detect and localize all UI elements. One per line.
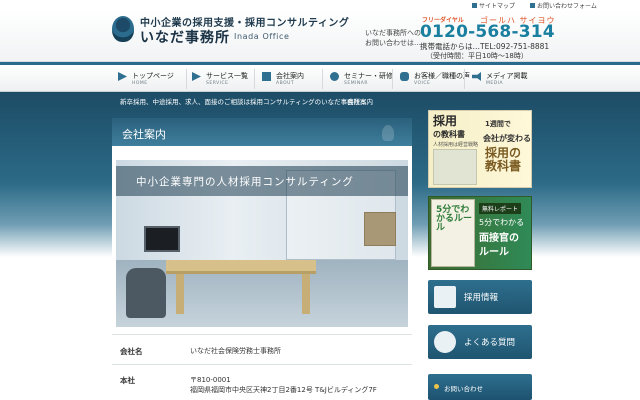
inquiry-text-1: いなだ事務所への [365, 29, 421, 37]
report-tag: 無料レポート [479, 203, 522, 214]
nav-sublabel: SEMINAR [344, 81, 368, 86]
sitemap-link[interactable]: サイトマップ [472, 1, 515, 10]
table-row: 会社名 いなだ社会保険労務士事務所 [112, 334, 412, 364]
nav-service[interactable]: サービス一覧 SERVICE [186, 65, 259, 92]
desk-leg [302, 274, 310, 314]
page-title-bar: 会社案内 [112, 118, 412, 146]
monitor-icon [144, 226, 180, 252]
nav-divider [254, 69, 255, 89]
banner-title: 採用 の教科書 [433, 114, 465, 139]
hero-caption-bar: 中小企業専門の人材採用コンサルティング [116, 166, 408, 196]
sitemap-label: サイトマップ [479, 3, 516, 10]
contact-form-link[interactable]: お問い合わせフォーム [530, 1, 597, 10]
banner-big-title: 採用の 教科書 [485, 146, 522, 173]
faq-label: よくある質問 [464, 338, 516, 348]
nav-label: メディア掲載 [486, 72, 528, 80]
inquiry-text-2: お問い合わせは… [365, 39, 421, 47]
logo-icon[interactable] [112, 16, 134, 42]
nav-label: セミナー・研修 [344, 72, 393, 80]
row-key: 本社 [120, 376, 135, 385]
hero-caption: 中小企業専門の人材採用コンサルティング [136, 176, 354, 188]
arrow-right-icon [118, 72, 127, 81]
row-key: 会社名 [120, 347, 143, 356]
banner-subtitle: 人材採用は経営戦略 [433, 142, 479, 148]
report-banner[interactable]: 5分でわかるルール 無料レポート 5分でわかる 面接官の ルール [428, 196, 532, 270]
table-row: 本社 〒810-0001 福岡県福岡市中央区天神2丁目2番12号 T&Jビルディ… [112, 364, 412, 400]
report-line-3: ルール [479, 247, 509, 258]
breadcrumb-home[interactable]: 新卒採用、中途採用、求人、面接のご相談は採用コンサルティングのいなだ事務所へ [120, 96, 367, 106]
nav-home[interactable]: トップページ HOME [112, 65, 185, 92]
nav-divider [322, 69, 323, 89]
people-icon [330, 72, 339, 81]
tel-free-number[interactable]: 0120-568-314 [420, 22, 555, 42]
recruit-info-label: 採用情報 [464, 293, 499, 303]
row-value: いなだ社会保険労務士事務所 [190, 347, 281, 355]
building-icon [262, 72, 271, 81]
office-chair [126, 268, 166, 318]
report-line-1: 5分でわかる [479, 218, 525, 227]
nav-sublabel: VOICE [414, 81, 431, 86]
row-value-address: 福岡県福岡市中央区天神2丁目2番12号 T&Jビルディング7F [190, 386, 377, 394]
banner-copy-1: 1週間で [485, 120, 511, 128]
utility-bar: サイトマップ お問い合わせフォーム [0, 0, 640, 10]
nav-label: 会社案内 [276, 72, 304, 80]
book-cover-icon [433, 149, 477, 185]
arrow-right-icon [192, 72, 201, 81]
faq-button[interactable]: よくある質問 [428, 325, 532, 359]
banner-copy-2: 会社が変わる [483, 134, 531, 143]
nav-label: お客様／職種の声 [414, 72, 470, 80]
logo-watermark-icon [382, 125, 394, 141]
recruit-photo-icon [434, 286, 456, 308]
question-icon [434, 331, 456, 353]
logo-name-en: Inada Office [234, 32, 290, 41]
report-line-2: 面接官の [479, 233, 519, 244]
global-nav: トップページ HOME サービス一覧 SERVICE 会社案内 ABOUT セミ… [0, 62, 640, 92]
desk-leg [176, 274, 184, 314]
nav-sublabel: HOME [132, 81, 148, 86]
contact-form-label: お問い合わせフォーム [537, 3, 597, 10]
bullet-icon [434, 384, 439, 389]
nav-divider [392, 69, 393, 89]
hero-image: 中小企業専門の人材採用コンサルティング [116, 160, 408, 327]
report-cover-icon: 5分でわかるルール [431, 199, 475, 267]
row-value: 〒810-0001 [190, 376, 231, 384]
contact-label: お問い合わせ [444, 385, 483, 393]
megaphone-icon [472, 72, 481, 81]
business-hours: （受付時間：平日10時〜18時） [426, 52, 528, 60]
nav-sublabel: ABOUT [276, 81, 295, 86]
nav-label: サービス一覧 [206, 72, 248, 80]
nav-about[interactable]: 会社案内 ABOUT [256, 65, 329, 92]
office-cabinet [364, 212, 396, 246]
nav-sublabel: SERVICE [206, 81, 229, 86]
breadcrumb-current: 会社案内 [347, 98, 373, 106]
nav-label: トップページ [132, 72, 174, 80]
recruit-info-button[interactable]: 採用情報 [428, 280, 532, 314]
speech-bubble-icon [400, 72, 409, 81]
link-bullet-icon [472, 3, 477, 8]
link-bullet-icon [530, 3, 535, 8]
nav-voice[interactable]: お客様／職種の声 VOICE [394, 65, 470, 92]
office-desk [166, 260, 316, 274]
report-cover-title: 5分でわかるルール [436, 205, 473, 233]
nav-media[interactable]: メディア掲載 MEDIA [466, 65, 539, 92]
page-title: 会社案内 [122, 128, 166, 141]
textbook-banner[interactable]: 採用 の教科書 人材採用は経営戦略 1週間で 会社が変わる 採用の 教科書 [428, 110, 532, 188]
logo-name[interactable]: いなだ事務所 [140, 27, 230, 47]
nav-divider [464, 69, 465, 89]
contact-box[interactable]: お問い合わせ [428, 374, 532, 400]
nav-seminar[interactable]: セミナー・研修 SEMINAR [324, 65, 397, 92]
nav-sublabel: MEDIA [486, 81, 504, 86]
